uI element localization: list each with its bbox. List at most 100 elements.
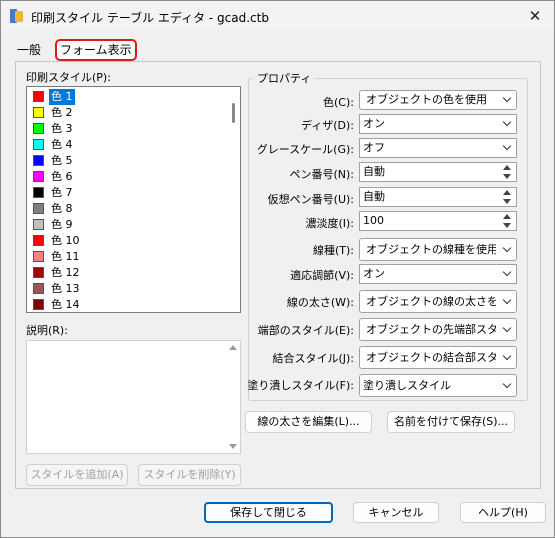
color-swatch [33,219,44,230]
lineweight-combo[interactable]: オブジェクトの線の太さを使 [359,290,517,313]
tab-form-view[interactable]: フォーム表示 [55,39,137,61]
adaptive-label: 適応調節(V): [290,269,354,282]
spin-up-icon[interactable] [503,190,511,195]
pen-number-label: ペン番号(N): [289,168,354,181]
description-label: 説明(R): [26,324,68,337]
dither-label: ディザ(D): [301,119,354,132]
spin-up-icon[interactable] [503,214,511,219]
spin-down-icon[interactable] [503,223,511,228]
style-list-item[interactable]: 色 1 [31,89,221,105]
screening-label: 濃淡度(I): [305,217,354,230]
adaptive-combo[interactable]: オン [359,264,517,284]
join-style-label: 結合スタイル(J): [272,352,354,365]
tab-general[interactable]: 一般 [17,40,41,62]
cancel-button[interactable]: キャンセル [353,502,439,523]
print-styles-list[interactable]: 色 14 色 13 色 12 色 11 色 10 色 9 色 8 色 7 色 6 色 5 色 4 色 … [26,86,241,313]
chevron-down-icon [502,243,512,253]
description-scrollbar[interactable] [226,341,240,453]
fill-style-value: 塗り潰しスタイル [363,379,451,392]
color-swatch [33,107,44,118]
fill-style-combo[interactable]: 塗り潰しスタイル [359,374,517,397]
chevron-down-icon [502,295,512,305]
color-swatch [33,235,44,246]
spin-down-icon[interactable] [503,174,511,179]
color-swatch [33,203,44,214]
color-swatch [33,123,44,134]
scroll-down-icon[interactable] [229,444,237,449]
style-name: 色 8 [51,202,73,215]
lineweight-value: オブジェクトの線の太さを使 [366,295,496,308]
spin-down-icon[interactable] [503,199,511,204]
color-swatch [33,299,44,310]
style-name: 色 4 [51,138,73,151]
screening-field[interactable]: 100 [359,211,517,231]
screening-value: 100 [363,214,384,227]
help-button[interactable]: ヘルプ(H) [460,502,546,523]
style-name: 色 11 [51,250,80,263]
grayscale-combo[interactable]: オフ [359,138,517,158]
list-scrollbar[interactable] [227,87,239,312]
spin-up-icon[interactable] [503,165,511,170]
style-list-item[interactable]: 色 13 [31,281,221,297]
chevron-down-icon [502,351,512,361]
color-combo[interactable]: オブジェクトの色を使用 [359,90,517,110]
color-swatch [33,139,44,150]
color-swatch [33,155,44,166]
save-as-button[interactable]: 名前を付けて保存(S)... [387,411,515,433]
save-and-close-button[interactable]: 保存して閉じる [204,502,333,523]
virtual-pen-spinner[interactable] [501,189,515,205]
list-scroll-thumb[interactable] [232,103,235,123]
style-list-item[interactable]: 色 8 [31,201,221,217]
join-style-combo[interactable]: オブジェクトの結合部スタ [359,346,517,369]
close-icon[interactable]: ✕ [526,7,544,25]
window-title: 印刷スタイル テーブル エディタ - gcad.ctb [31,11,269,25]
style-name: 色 13 [51,282,80,295]
style-name: 色 3 [51,122,73,135]
style-list-item[interactable]: 色 12 [31,265,221,281]
chevron-down-icon [502,117,512,127]
properties-group-label: プロパティ [253,70,316,86]
style-name: 色 7 [51,186,73,199]
virtual-pen-value: 自動 [363,190,385,203]
scroll-up-icon[interactable] [229,345,237,350]
style-list-item[interactable]: 色 7 [31,185,221,201]
pen-number-field[interactable]: 自動 [359,162,517,182]
style-list-item[interactable]: 色 11 [31,249,221,265]
linetype-combo[interactable]: オブジェクトの線種を使用 [359,238,517,261]
dither-value: オン [363,117,385,130]
style-list-item[interactable]: 色 10 [31,233,221,249]
style-list-item[interactable]: 色 4 [31,137,221,153]
chevron-down-icon [502,379,512,389]
grayscale-label: グレースケール(G): [256,143,354,156]
lineweight-label: 線の太さ(W): [286,296,354,309]
style-name: 色 14 [51,298,80,311]
style-list-item[interactable]: 色 2 [31,105,221,121]
virtual-pen-field[interactable]: 自動 [359,187,517,207]
color-label: 色(C): [323,96,354,109]
end-style-label: 端部のスタイル(E): [257,324,354,337]
screening-spinner[interactable] [501,213,515,229]
delete-style-button[interactable]: スタイルを削除(Y) [138,464,241,486]
style-list-item[interactable]: 色 14 [31,297,221,312]
style-list-item[interactable]: 色 3 [31,121,221,137]
linetype-label: 線種(T): [312,244,354,257]
dither-combo[interactable]: オン [359,114,517,134]
pen-number-value: 自動 [363,165,385,178]
style-name: 色 9 [51,218,73,231]
color-swatch [33,251,44,262]
end-style-combo[interactable]: オブジェクトの先端部スタ [359,318,517,341]
add-style-button[interactable]: スタイルを追加(A) [26,464,128,486]
style-name: 色 10 [51,234,80,247]
style-name: 色 1 [49,89,75,105]
style-list-item[interactable]: 色 9 [31,217,221,233]
style-list-item[interactable]: 色 6 [31,169,221,185]
edit-lineweights-button[interactable]: 線の太さを編集(L)... [245,411,372,433]
chevron-down-icon [502,267,512,277]
description-field[interactable] [26,340,241,454]
style-name: 色 2 [51,106,73,119]
virtual-pen-label: 仮想ペン番号(U): [267,193,354,206]
styles-list-label: 印刷スタイル(P): [26,71,111,84]
color-swatch [33,171,44,182]
style-list-item[interactable]: 色 5 [31,153,221,169]
pen-number-spinner[interactable] [501,164,515,180]
